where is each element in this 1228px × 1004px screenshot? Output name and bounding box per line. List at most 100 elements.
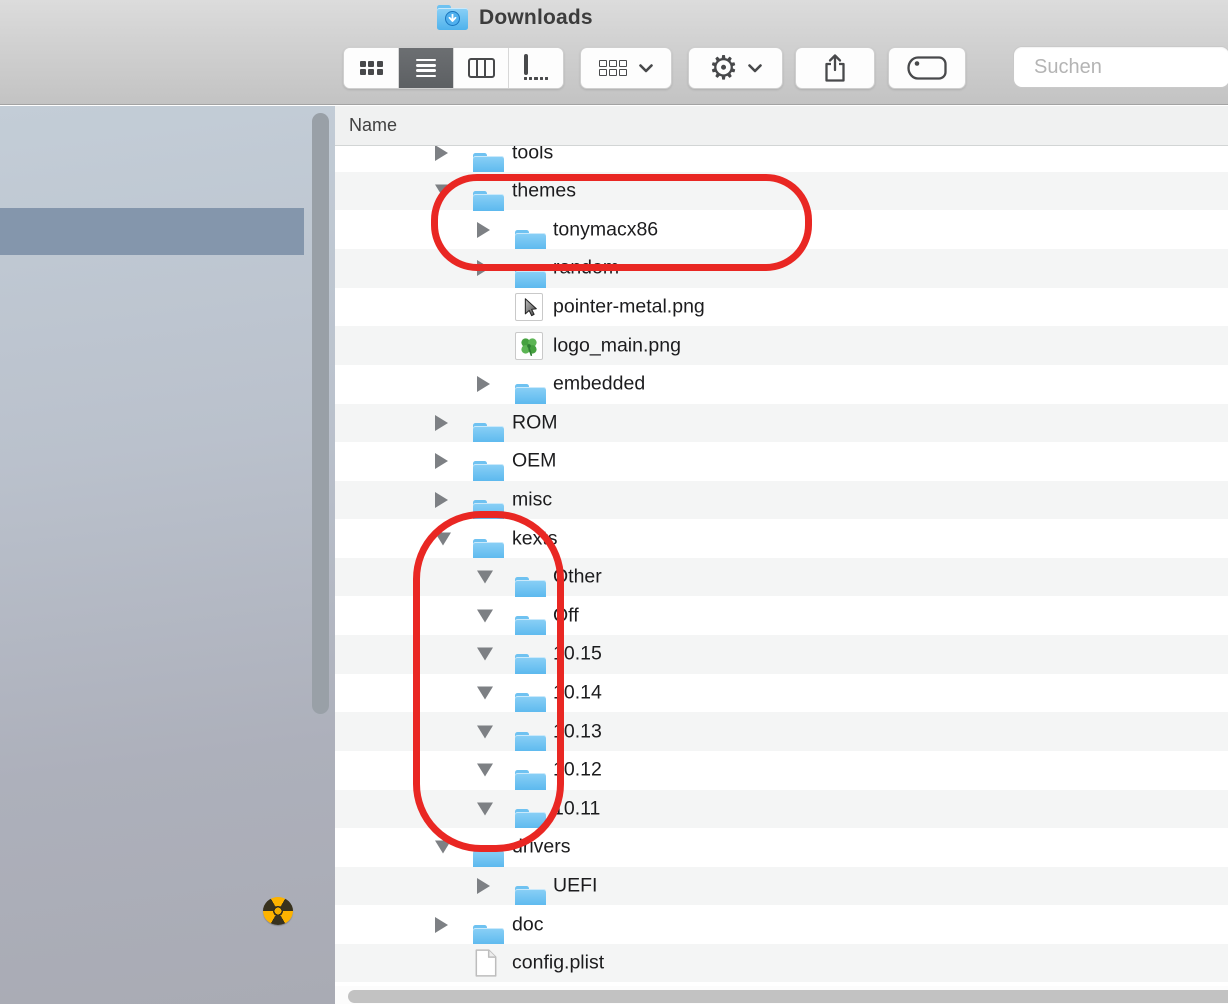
search-field[interactable] [1013,46,1228,88]
file-name-label: random [553,256,620,279]
row-icon-box [475,949,497,977]
list-row-Off[interactable]: Off [335,596,1228,641]
disclosure-triangle-collapsed-icon[interactable] [435,414,448,431]
list-row-Other[interactable]: Other [335,557,1228,603]
horizontal-scrollbar-track[interactable] [335,986,1228,1004]
window-title: Downloads [479,6,593,29]
disclosure-triangle-collapsed-icon[interactable] [477,877,490,894]
disclosure-triangle-collapsed-icon[interactable] [435,491,448,508]
icon-view-button[interactable] [344,48,399,88]
list-row-drivers[interactable]: drivers [335,828,1228,873]
gallery-view-button[interactable] [509,48,563,88]
radioactive-icon [263,897,293,925]
file-name-label: ROM [512,411,558,434]
disclosure-triangle-expanded-icon[interactable] [477,686,493,700]
list-row-10.14[interactable]: 10.14 [335,673,1228,718]
column-view-button[interactable] [454,48,509,88]
file-name-label: UEFI [553,874,598,897]
downloads-folder-icon [437,5,468,31]
disclosure-triangle-expanded-icon[interactable] [477,763,493,777]
row-icon-box [515,331,543,360]
share-button[interactable] [795,47,875,89]
tag-button[interactable] [888,47,966,89]
file-name-label: misc [512,488,553,511]
disclosure-triangle-expanded-icon[interactable] [435,532,451,546]
gallery-view-icon [524,54,548,80]
gear-icon: ⚙ [708,48,739,86]
file-name-label: doc [512,913,544,936]
list-row-config.plist[interactable]: config.plist [335,943,1228,983]
list-row-OEM[interactable]: OEM [335,442,1228,487]
file-name-label: kexts [512,527,558,550]
file-name-label: tonymacx86 [553,218,659,241]
column-header-name[interactable]: Name [335,106,1228,146]
column-view-icon [467,58,495,78]
list-view-icon [416,56,436,80]
disclosure-triangle-collapsed-icon[interactable] [477,221,490,238]
toolbar: Downloads ⚙ Suchen [0,0,1228,105]
list-row-10.11[interactable]: 10.11 [335,789,1228,834]
list-row-UEFI[interactable]: UEFI [335,866,1228,911]
file-name-label: Off [553,604,579,627]
file-name-label: 10.12 [553,758,602,781]
column-header-label: Name [349,115,398,135]
clover-image-thumbnail-icon [515,331,543,360]
file-name-label: 10.14 [553,681,602,704]
window-title-area: Downloads [437,4,593,32]
chevron-down-icon [748,63,763,72]
list-row-ROM[interactable]: ROM [335,403,1228,448]
list-row-themes[interactable]: themes [335,171,1228,217]
disclosure-triangle-expanded-icon[interactable] [477,725,493,739]
disclosure-triangle-expanded-icon[interactable] [435,184,451,198]
action-menu-button[interactable]: ⚙ [688,47,783,89]
file-name-label: config.plist [512,951,605,974]
list-row-pointer-metal.png[interactable]: pointer-metal.png [335,287,1228,327]
list-row-10.12[interactable]: 10.12 [335,750,1228,796]
file-name-label: OEM [512,449,557,472]
list-row-random[interactable]: random [335,249,1228,294]
finder-window: Downloads ⚙ Suchen Name tools themes ton… [0,0,1228,1004]
list-view-button[interactable] [399,48,454,88]
list-row-misc[interactable]: misc [335,480,1228,525]
list-row-doc[interactable]: doc [335,905,1228,950]
disclosure-triangle-collapsed-icon[interactable] [477,260,490,277]
list-row-embedded[interactable]: embedded [335,364,1228,410]
horizontal-scrollbar-thumb[interactable] [348,990,1228,1003]
list-row-kexts[interactable]: kexts [335,519,1228,564]
disclosure-triangle-collapsed-icon[interactable] [477,376,490,393]
disclosure-triangle-expanded-icon[interactable] [477,647,493,661]
file-name-label: drivers [512,835,571,858]
file-name-label: pointer-metal.png [553,295,705,318]
chevron-down-icon [638,63,653,72]
file-name-label: embedded [553,372,646,395]
disclosure-triangle-collapsed-icon[interactable] [435,916,448,933]
file-name-label: Other [553,565,602,588]
selected-row-highlight [0,208,304,255]
disclosure-triangle-collapsed-icon[interactable] [435,144,448,161]
disclosure-triangle-expanded-icon[interactable] [477,570,493,584]
background-pane [0,106,335,1004]
disclosure-triangle-collapsed-icon[interactable] [435,453,448,470]
tag-icon [907,56,947,80]
disclosure-triangle-expanded-icon[interactable] [477,802,493,816]
list-row-10.13[interactable]: 10.13 [335,712,1228,757]
view-mode-segmented-control [343,47,564,89]
list-row-10.15[interactable]: 10.15 [335,635,1228,680]
document-icon [475,949,497,977]
disclosure-triangle-expanded-icon[interactable] [477,609,493,623]
list-row-logo_main.png[interactable]: logo_main.png [335,326,1228,365]
list-row-tonymacx86[interactable]: tonymacx86 [335,210,1228,255]
group-by-button[interactable] [580,47,672,89]
group-by-icon [599,60,627,76]
download-arrow-icon [448,13,457,22]
file-name-label: logo_main.png [553,334,681,357]
cursor-image-thumbnail-icon [515,292,543,321]
row-icon-box [515,292,543,321]
disclosure-triangle-expanded-icon[interactable] [435,840,451,854]
vertical-scrollbar-thumb[interactable] [312,113,329,714]
share-icon [825,54,845,82]
file-name-label: 10.11 [553,797,601,820]
search-input[interactable] [1032,54,1228,80]
file-name-label: themes [512,179,576,202]
icon-view-icon [359,60,383,76]
